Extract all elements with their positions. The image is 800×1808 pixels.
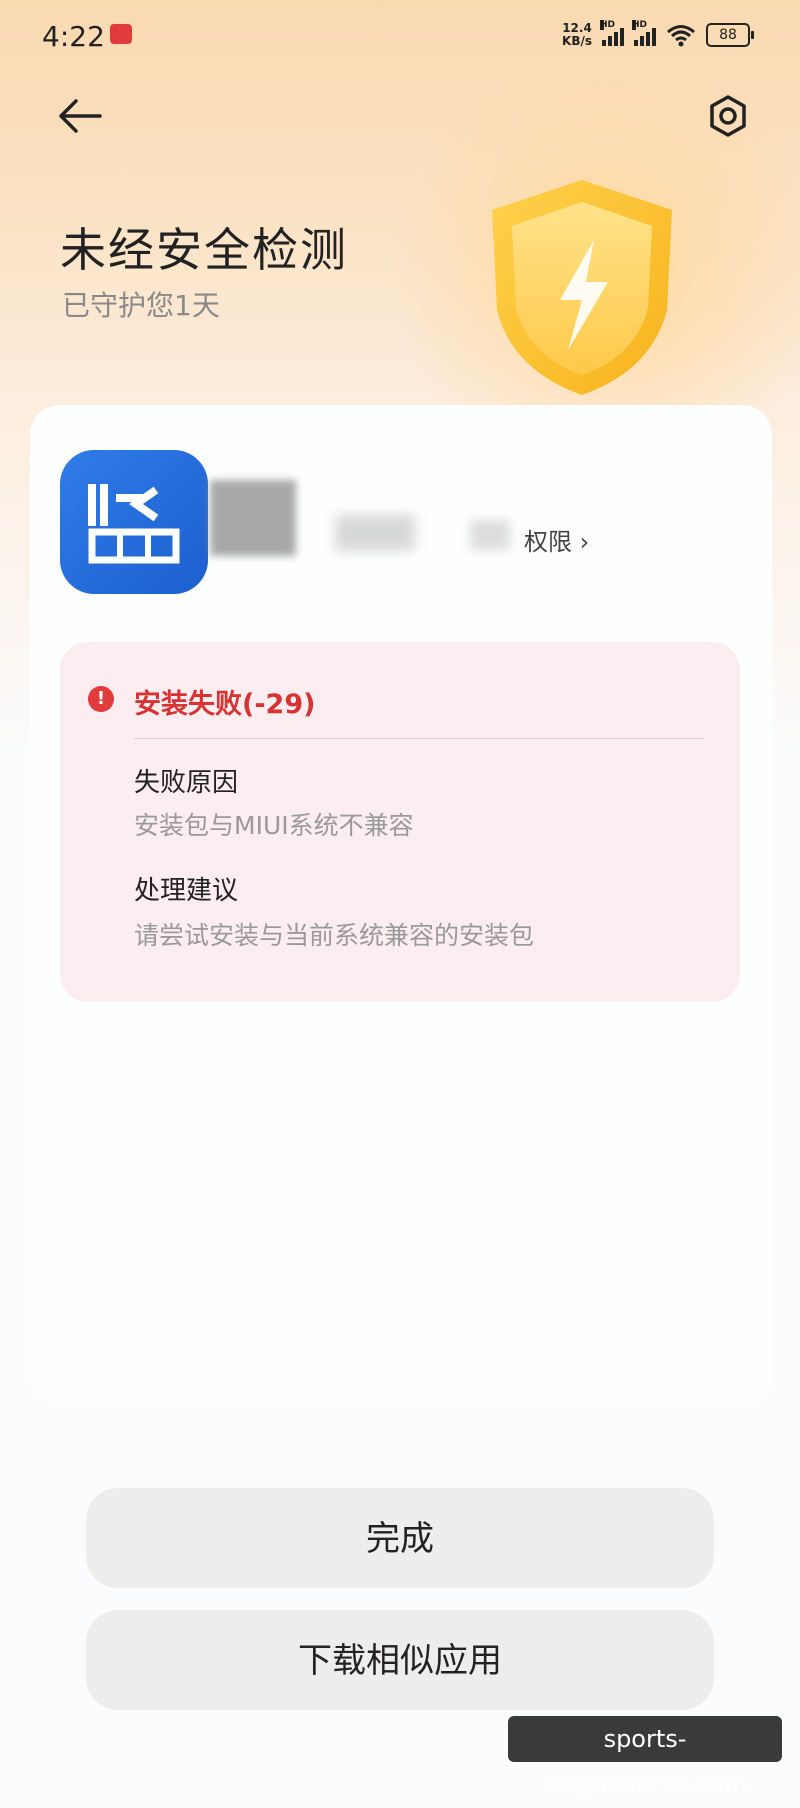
failure-reason-text: 安装包与MIUI系统不兼容 bbox=[134, 811, 414, 840]
error-icon: ! bbox=[88, 686, 114, 712]
network-speed-unit: KB/s bbox=[562, 34, 592, 48]
shield-illustration bbox=[492, 180, 672, 395]
done-button[interactable]: 完成 bbox=[86, 1488, 714, 1588]
hd-label-1: HD bbox=[600, 20, 616, 30]
suggestion-label: 处理建议 bbox=[134, 876, 239, 906]
settings-button[interactable] bbox=[706, 94, 750, 138]
page-subtitle: 已守护您1天 bbox=[62, 289, 220, 322]
hd-label-2: HD bbox=[632, 20, 648, 30]
permissions-link[interactable]: 权限 › bbox=[524, 522, 589, 557]
network-speed: 12.4 KB/s bbox=[562, 22, 592, 48]
battery-icon: 88 bbox=[706, 23, 754, 47]
monitor-app-glyph-icon bbox=[88, 484, 180, 564]
app-info-redacted bbox=[335, 515, 415, 551]
status-icons: 12.4 KB/s HD HD 88 bbox=[562, 20, 754, 48]
download-similar-apps-button[interactable]: 下载相似应用 bbox=[86, 1610, 714, 1710]
app-size-redacted bbox=[470, 520, 510, 550]
status-bar: 4:22 12.4 KB/s HD HD 88 bbox=[0, 0, 800, 76]
failure-reason-label: 失败原因 bbox=[134, 768, 239, 798]
status-time: 4:22 bbox=[42, 20, 105, 53]
notification-app-icon bbox=[110, 24, 132, 44]
signal-icon-2: HD bbox=[632, 20, 656, 46]
error-divider bbox=[134, 738, 704, 739]
wifi-icon bbox=[667, 25, 695, 47]
suggestion-text: 请尝试安装与当前系统兼容的安装包 bbox=[134, 921, 535, 950]
arrow-left-icon bbox=[59, 99, 102, 133]
error-title: 安装失败(-29) bbox=[134, 689, 316, 720]
app-icon bbox=[60, 450, 208, 594]
signal-icon-1: HD bbox=[600, 20, 624, 46]
app-name-redacted bbox=[210, 480, 296, 556]
watermark: sports-kaiyunverse.com bbox=[508, 1716, 782, 1799]
settings-icon bbox=[710, 95, 746, 137]
back-button[interactable] bbox=[56, 96, 104, 136]
page-title: 未经安全检测 bbox=[60, 223, 348, 277]
